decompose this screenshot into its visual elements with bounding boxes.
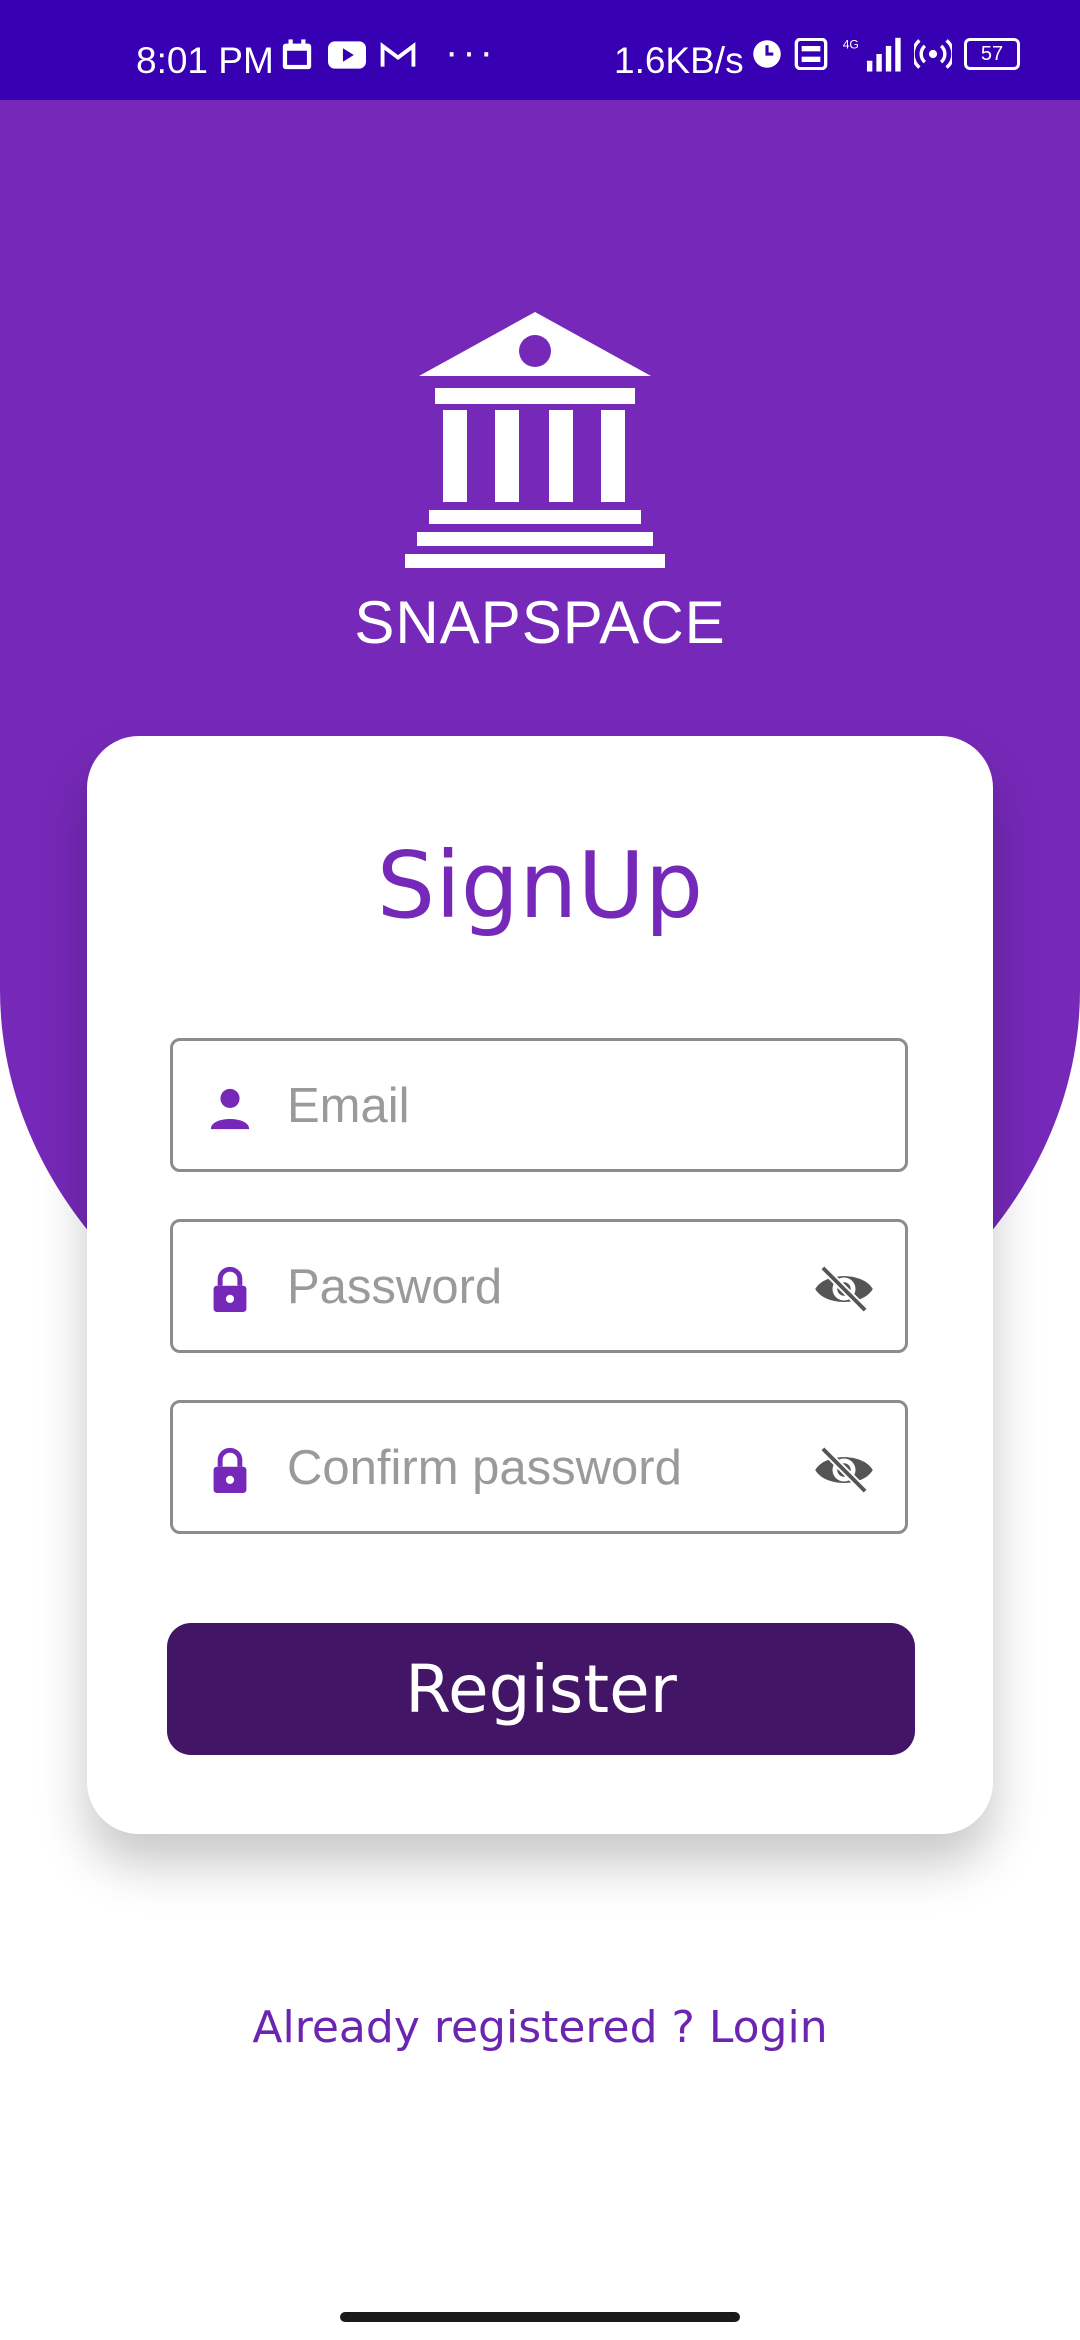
lock-icon (213, 1447, 247, 1493)
clock-icon (753, 40, 781, 68)
confirm-password-field[interactable] (170, 1400, 908, 1534)
signup-card: SignUp Email Register (87, 736, 993, 1834)
system-icons: 4G 57 (752, 36, 1020, 72)
more-notifications-dots: ··· (445, 30, 497, 74)
notification-icons (280, 38, 416, 72)
register-button[interactable]: Register (167, 1623, 915, 1755)
4g-signal-icon: 4G (843, 38, 901, 72)
home-gesture-bar[interactable] (340, 2312, 740, 2322)
login-link[interactable]: Already registered ? Login (0, 2002, 1080, 2053)
confirm-password-input[interactable] (285, 1403, 769, 1533)
svg-text:4G: 4G (843, 38, 859, 52)
lock-icon (213, 1266, 247, 1312)
status-bar: 8:01 PM ··· 1.6KB/s 4G 57 (0, 0, 1080, 100)
visibility-off-icon[interactable] (813, 1447, 875, 1493)
email-input[interactable] (285, 1041, 769, 1171)
volte-icon (794, 38, 828, 70)
bank-building-icon (405, 312, 665, 568)
visibility-off-icon[interactable] (813, 1266, 875, 1312)
gmail-icon (380, 42, 416, 67)
page-title: SignUp (376, 832, 704, 939)
email-field[interactable] (170, 1038, 908, 1172)
youtube-icon (328, 41, 366, 69)
brand-name: SNAPSPACE (354, 589, 726, 656)
hotspot-icon (914, 39, 952, 69)
network-speed: 1.6KB/s (614, 40, 744, 81)
password-input[interactable] (285, 1222, 769, 1352)
password-field[interactable] (170, 1219, 908, 1353)
status-time: 8:01 PM (136, 40, 274, 81)
calendar-icon (282, 39, 312, 70)
battery-icon: 57 (964, 38, 1020, 70)
person-icon (210, 1088, 250, 1130)
